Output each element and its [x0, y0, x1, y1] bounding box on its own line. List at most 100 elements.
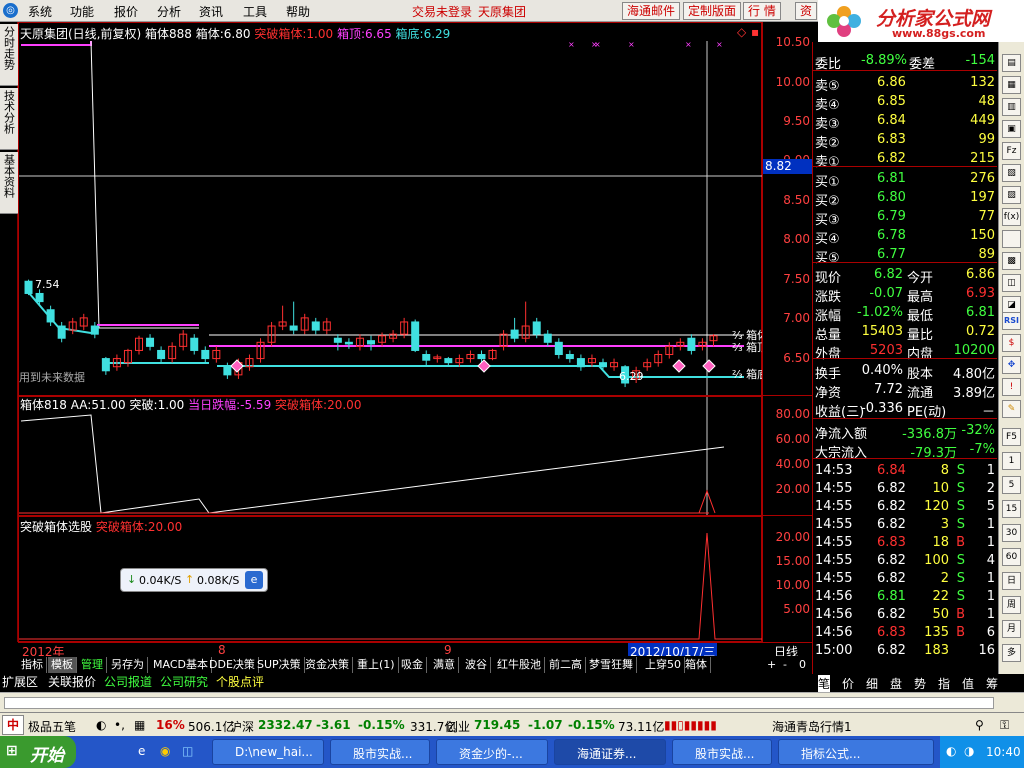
quicklaunch-ie-icon[interactable]: e	[138, 744, 145, 758]
indicator-tab[interactable]: 模板	[48, 657, 77, 673]
fz-icon[interactable]: f(x)	[1002, 208, 1021, 226]
toolbar-icon[interactable]: 30	[1002, 524, 1021, 542]
quicklaunch-icon[interactable]: ◉	[160, 744, 170, 758]
stat-row[interactable]: 现价 6.82 今开 6.86	[813, 266, 997, 286]
sell-level-row[interactable]: 卖② 6.83 99	[813, 131, 997, 151]
tab-company-report[interactable]: 公司报道	[104, 675, 152, 690]
toolbar-icon[interactable]: ▧	[1002, 164, 1021, 182]
toolbar-icon[interactable]: 月	[1002, 620, 1021, 638]
toolbar-icon[interactable]: 1	[1002, 452, 1021, 470]
tick-row[interactable]: 14:55 6.82 100 S 4	[813, 552, 997, 571]
toolbar-icon[interactable]: ▩	[1002, 252, 1021, 270]
indicator-tab[interactable]: 指标	[18, 657, 47, 673]
toolbar-icon[interactable]: ▣	[1002, 120, 1021, 138]
tray-icon[interactable]: ◑	[964, 744, 974, 758]
signal-icon[interactable]: ⚲	[975, 718, 984, 732]
quote-tab[interactable]: 筹	[986, 675, 998, 692]
stat-row[interactable]: 总量 15403 量比 0.72	[813, 323, 997, 343]
tray-icon[interactable]: ◐	[946, 744, 956, 758]
buy-level-row[interactable]: 买② 6.80 197	[813, 189, 997, 209]
move-icon[interactable]: ✥	[1002, 356, 1021, 374]
indicator-tab[interactable]: 资金决策	[302, 657, 353, 673]
toolbar-icon[interactable]: ▥	[1002, 98, 1021, 116]
stat-row[interactable]: 涨跌 -0.07 最高 6.93	[813, 285, 997, 305]
quote-tab[interactable]: 势	[914, 675, 926, 692]
indicator-tab[interactable]: -	[780, 657, 790, 673]
ie-icon[interactable]: e	[245, 571, 263, 589]
sell-level-row[interactable]: 卖④ 6.85 48	[813, 93, 997, 113]
login-status[interactable]: 交易未登录	[412, 3, 472, 20]
buy-level-row[interactable]: 买① 6.81 276	[813, 170, 997, 190]
toolbar-icon[interactable]: ▦	[1002, 76, 1021, 94]
custom-layout-button[interactable]: 定制版面	[683, 2, 742, 20]
tick-row[interactable]: 14:53 6.84 8 S 1	[813, 462, 997, 481]
indicator-tab[interactable]: 上穿50	[642, 657, 685, 673]
quote-tab[interactable]: 笔	[818, 675, 831, 692]
task-formula[interactable]: 指标公式...	[778, 739, 934, 765]
tick-row[interactable]: 14:56 6.83 135 B 6	[813, 624, 997, 643]
app-logo-icon[interactable]: ◎	[3, 3, 18, 18]
menu-info[interactable]: 资讯	[199, 3, 223, 20]
menu-quote[interactable]: 报价	[114, 3, 138, 20]
toolbar-icon[interactable]: 周	[1002, 596, 1021, 614]
ime-moon-icon[interactable]: ◐	[96, 718, 106, 732]
toolbar-icon[interactable]: 日	[1002, 572, 1021, 590]
quote-tab[interactable]: 细	[866, 675, 878, 692]
tick-row[interactable]: 14:55 6.82 3 S 1	[813, 516, 997, 535]
indicator-tab[interactable]: 另存为	[108, 657, 148, 673]
toolbar-icon[interactable]: ▨	[1002, 186, 1021, 204]
haitong-mail-button[interactable]: 海通邮件	[622, 2, 681, 20]
buy-level-row[interactable]: 买④ 6.78 150	[813, 227, 997, 247]
horizontal-scrollbar[interactable]	[4, 697, 994, 709]
indicator-tab[interactable]: 红牛股池	[494, 657, 545, 673]
indicator-tab[interactable]: 波谷	[462, 657, 491, 673]
rsi-icon[interactable]: RSI	[1002, 312, 1021, 330]
menu-help[interactable]: 帮助	[286, 3, 310, 20]
alert-icon[interactable]: !	[1002, 378, 1021, 396]
quote-tab[interactable]: 指	[938, 675, 950, 692]
tab-extension[interactable]: 扩展区	[2, 675, 38, 690]
indicator-tab[interactable]: 重上(1)	[354, 657, 399, 673]
tab-related-quote[interactable]: 关联报价	[48, 675, 96, 690]
sell-level-row[interactable]: 卖⑤ 6.86 132	[813, 74, 997, 94]
start-button[interactable]: ⊞ 开始	[0, 736, 76, 768]
ime-logo-icon[interactable]: 中	[2, 715, 24, 735]
tick-row[interactable]: 14:55 6.82 10 S 2	[813, 480, 997, 499]
tick-row[interactable]: 14:55 6.83 18 B 1	[813, 534, 997, 553]
stat-row[interactable]: 收益(三) -0.336 PE(动) －	[813, 400, 997, 420]
indicator-tab[interactable]: 梦雪狂舞	[586, 657, 637, 673]
task-browser-1[interactable]: 股市实战...	[330, 739, 430, 765]
indicator-tab[interactable]: DDE决策	[206, 657, 259, 673]
toolbar-icon[interactable]: 多	[1002, 644, 1021, 662]
pencil-icon[interactable]: ✎	[1002, 400, 1021, 418]
dollar-icon[interactable]: $	[1002, 334, 1021, 352]
indicator-tab[interactable]: 管理	[78, 657, 107, 673]
toolbar-icon[interactable]: 5	[1002, 476, 1021, 494]
quote-tab[interactable]: 盘	[890, 675, 902, 692]
stat-row[interactable]: 换手 0.40% 股本 4.80亿	[813, 362, 997, 382]
indicator-tab[interactable]: 满意	[430, 657, 459, 673]
tab-fundamentals[interactable]: 基本资料	[0, 152, 18, 214]
indicator-tab[interactable]: 箱体	[682, 657, 711, 673]
info-button[interactable]: 资	[795, 2, 818, 20]
keyboard-icon[interactable]: ▦	[134, 718, 145, 732]
task-browser-2[interactable]: 资金少的-...	[436, 739, 548, 765]
stat-row[interactable]: 净资 7.72 流通 3.89亿	[813, 381, 997, 401]
tick-row[interactable]: 14:56 6.82 50 B 1	[813, 606, 997, 625]
quote-tab[interactable]: 值	[962, 675, 974, 692]
sell-level-row[interactable]: 卖③ 6.84 449	[813, 112, 997, 132]
tab-stock-review[interactable]: 个股点评	[216, 675, 264, 690]
indicator-tab[interactable]: 0	[796, 657, 809, 673]
task-haitong[interactable]: 海通证券...	[554, 739, 666, 765]
toolbar-icon[interactable]: 15	[1002, 500, 1021, 518]
f5-icon[interactable]: F5	[1002, 428, 1021, 446]
toolbar-icon[interactable]: ◫	[1002, 274, 1021, 292]
buy-level-row[interactable]: 买③ 6.79 77	[813, 208, 997, 228]
clock[interactable]: 10:40	[986, 745, 1021, 759]
fx-icon[interactable]	[1002, 230, 1021, 248]
lock-icon[interactable]: ⚿	[1000, 718, 1009, 733]
flow-row[interactable]: 净流入额 -336.8万 -32%	[813, 422, 997, 442]
task-browser-3[interactable]: 股市实战...	[672, 739, 772, 765]
indicator-tab[interactable]: SUP决策	[254, 657, 305, 673]
tick-row[interactable]: 14:55 6.82 120 S 5	[813, 498, 997, 517]
